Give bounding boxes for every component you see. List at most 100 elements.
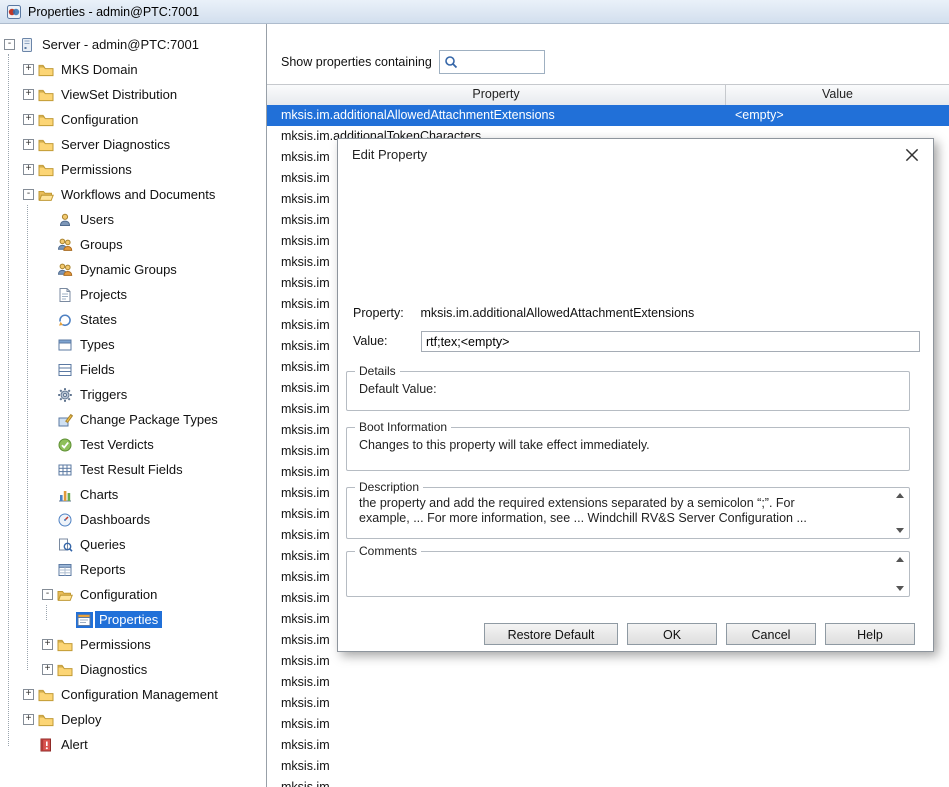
tree-item-charts[interactable]: Charts [0, 482, 266, 507]
tree-item-configuration-management[interactable]: +Configuration Management [0, 682, 266, 707]
table-row[interactable]: mksis.im [267, 672, 949, 693]
search-input[interactable] [462, 52, 544, 72]
tree-item-triggers[interactable]: Triggers [0, 382, 266, 407]
title-bar: Properties - admin@PTC:7001 [0, 0, 949, 24]
restore-default-button[interactable]: Restore Default [484, 623, 618, 645]
tree-item-configuration[interactable]: +Configuration [0, 107, 266, 132]
tree-spacer [42, 289, 53, 300]
close-icon[interactable] [903, 146, 921, 164]
tree-item-server-root[interactable]: -Server - admin@PTC:7001 [0, 32, 266, 57]
scroll-up-icon[interactable] [896, 493, 904, 498]
tree-item-configuration-wd[interactable]: - Configuration [0, 582, 266, 607]
tree-item-label: MKS Domain [57, 61, 142, 78]
expand-toggle-icon[interactable]: + [23, 114, 34, 125]
expand-toggle-icon[interactable]: + [23, 139, 34, 150]
description-scrollbar [894, 493, 905, 533]
tree-item-label: Users [76, 211, 118, 228]
scroll-down-icon[interactable] [896, 528, 904, 533]
tree-spacer [23, 739, 34, 750]
value-cell: <empty> [726, 105, 949, 126]
comments-legend: Comments [355, 544, 421, 558]
gear-icon [57, 387, 74, 403]
value-label: Value: [353, 334, 388, 348]
expand-toggle-icon[interactable]: + [42, 664, 53, 675]
expand-toggle-icon[interactable]: + [23, 64, 34, 75]
table-row[interactable]: mksis.im.additionalAllowedAttachmentExte… [267, 105, 949, 126]
table-row[interactable]: mksis.im [267, 651, 949, 672]
tree-item-viewset-distribution[interactable]: +ViewSet Distribution [0, 82, 266, 107]
tree-item-label: Alert [57, 736, 92, 753]
table-row[interactable]: mksis.im [267, 735, 949, 756]
column-header-property[interactable]: Property [267, 85, 726, 105]
tree-item-mks-domain[interactable]: + MKS Domain [0, 57, 266, 82]
comments-text[interactable] [347, 552, 909, 595]
tree-item-workflows-and-documents[interactable]: -Workflows and Documents [0, 182, 266, 207]
tree-item-dashboards[interactable]: Dashboards [0, 507, 266, 532]
properties-sheet-icon [76, 612, 93, 628]
collapse-toggle-icon[interactable]: - [4, 39, 15, 50]
collapse-toggle-icon[interactable]: - [23, 189, 34, 200]
collapse-toggle-icon[interactable]: - [42, 589, 53, 600]
tree-item-reports[interactable]: Reports [0, 557, 266, 582]
tree-item-label: Test Verdicts [76, 436, 158, 453]
tree-item-change-package-types[interactable]: Change Package Types [0, 407, 266, 432]
tree-item-queries[interactable]: Queries [0, 532, 266, 557]
tree-item-properties[interactable]: Properties [0, 607, 266, 632]
table-row[interactable]: mksis.im [267, 777, 949, 787]
tree-item-dynamic-groups[interactable]: Dynamic Groups [0, 257, 266, 282]
folder-open-icon [57, 587, 74, 603]
value-cell [726, 714, 949, 735]
tree-item-diagnostics[interactable]: +Diagnostics [0, 657, 266, 682]
tree-item-states[interactable]: States [0, 307, 266, 332]
ok-button[interactable]: OK [627, 623, 717, 645]
tree-item-users[interactable]: Users [0, 207, 266, 232]
tree-item-fields[interactable]: Fields [0, 357, 266, 382]
filter-row: Show properties containing [267, 50, 545, 74]
table-row[interactable]: mksis.im [267, 756, 949, 777]
tree-item-label: Configuration [76, 586, 161, 603]
comments-scrollbar [894, 557, 905, 591]
tree-item-label: Deploy [57, 711, 105, 728]
table-row[interactable]: mksis.im [267, 714, 949, 735]
tree-item-projects[interactable]: Projects [0, 282, 266, 307]
folder-icon [38, 112, 55, 128]
cancel-button[interactable]: Cancel [726, 623, 816, 645]
expand-toggle-icon[interactable]: + [23, 89, 34, 100]
folder-open-icon [38, 187, 55, 203]
value-cell [726, 777, 949, 787]
expand-toggle-icon[interactable]: + [23, 714, 34, 725]
tree-item-label: Types [76, 336, 119, 353]
tree-spacer [42, 314, 53, 325]
tree-item-server-diagnostics[interactable]: +Server Diagnostics [0, 132, 266, 157]
description-line: the property and add the required extens… [359, 496, 885, 511]
help-button[interactable]: Help [825, 623, 915, 645]
folder-icon [38, 712, 55, 728]
scroll-up-icon[interactable] [896, 557, 904, 562]
column-header-value[interactable]: Value [726, 85, 949, 105]
tree-item-test-verdicts[interactable]: Test Verdicts [0, 432, 266, 457]
expand-toggle-icon[interactable]: + [42, 639, 53, 650]
tree-item-groups[interactable]: Groups [0, 232, 266, 257]
tree-item-alert[interactable]: Alert [0, 732, 266, 757]
boot-information-legend: Boot Information [355, 420, 451, 434]
expand-toggle-icon[interactable]: + [23, 164, 34, 175]
table-row[interactable]: mksis.im [267, 693, 949, 714]
tree-item-label: Properties [95, 611, 162, 628]
tree-item-permissions[interactable]: +Permissions [0, 157, 266, 182]
value-cell [726, 651, 949, 672]
tree-spacer [42, 389, 53, 400]
tree-item-deploy[interactable]: + Deploy [0, 707, 266, 732]
expand-toggle-icon[interactable]: + [23, 689, 34, 700]
tree: -Server - admin@PTC:7001 + MKS Domain +View… [0, 24, 266, 757]
tree-item-types[interactable]: Types [0, 332, 266, 357]
scroll-down-icon[interactable] [896, 586, 904, 591]
tree-item-permissions-wd[interactable]: +Permissions [0, 632, 266, 657]
tree-item-label: Change Package Types [76, 411, 222, 428]
property-cell: mksis.im [267, 651, 726, 672]
value-input[interactable] [421, 331, 920, 352]
tree-item-test-result-fields[interactable]: Test Result Fields [0, 457, 266, 482]
folder-icon [38, 687, 55, 703]
value-cell [726, 693, 949, 714]
tree-spacer [42, 414, 53, 425]
tree-spacer [42, 439, 53, 450]
